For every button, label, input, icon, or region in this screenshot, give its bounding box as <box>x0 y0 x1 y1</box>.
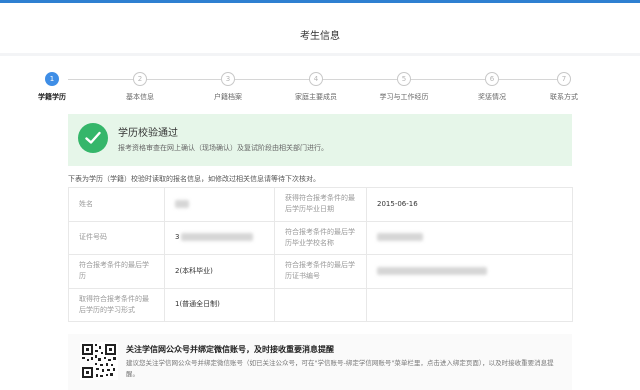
step-label: 联系方式 <box>550 93 578 101</box>
step-label: 学籍学历 <box>38 93 66 101</box>
step-1[interactable]: 1 学籍学历 <box>17 72 87 102</box>
redacted-value <box>181 233 254 242</box>
step-number: 4 <box>309 72 323 86</box>
step-number: 1 <box>45 72 59 86</box>
empty-cell <box>274 287 367 322</box>
redacted-value <box>377 266 487 275</box>
step-number: 2 <box>133 72 147 86</box>
step-2[interactable]: 2 基本信息 <box>105 72 175 102</box>
page-header: 考生信息 <box>0 3 640 53</box>
step-4[interactable]: 4 家庭主要成员 <box>281 72 351 102</box>
step-5[interactable]: 5 学习与工作经历 <box>369 72 439 102</box>
step-label: 家庭主要成员 <box>295 93 337 101</box>
check-circle-icon <box>78 123 108 153</box>
field-value-name <box>164 187 275 222</box>
field-label-highest-degree: 符合报考条件的最后学历 <box>68 254 165 289</box>
table-row: 符合报考条件的最后学历 2(本科毕业) 符合报考条件的最后学历证书编号 <box>68 254 573 289</box>
table-tip-text: 下表为学历（学籍）校验时读取的报名信息，如修改过相关信息请等待下次核对。 <box>68 175 320 183</box>
banner-description: 报考资格审查在网上确认（现场确认）及复试阶段由相关部门进行。 <box>118 144 328 152</box>
step-number: 5 <box>397 72 411 86</box>
step-7[interactable]: 7 联系方式 <box>529 72 599 102</box>
table-row: 姓名 获得符合报考条件的最后学历毕业日期 2015-06-16 <box>68 187 573 222</box>
table-row: 取得符合报考条件的最后学历的学习形式 1(普通全日制) <box>68 287 573 322</box>
notice-title: 关注学信网公众号并绑定微信账号，及时接收重要消息提醒 <box>126 345 334 354</box>
wechat-notice: 关注学信网公众号并绑定微信账号，及时接收重要消息提醒 建议您关注学信网公众号并绑… <box>68 334 572 390</box>
content-card: 1 学籍学历 2 基本信息 3 户籍档案 4 家庭主要成员 5 学习与工作经历 … <box>0 56 640 390</box>
notice-description: 建议您关注学信网公众号并绑定微信账号（如已关注公众号，可在"学信账号-绑定学信网… <box>126 359 554 378</box>
field-label-graduation-school: 符合报考条件的最后学历毕业学校名称 <box>274 220 367 255</box>
field-label-graduation-date: 获得符合报考条件的最后学历毕业日期 <box>274 187 367 222</box>
empty-cell <box>366 287 573 322</box>
table-row: 证件号码 3 符合报考条件的最后学历毕业学校名称 <box>68 220 573 255</box>
field-value-highest-degree: 2(本科毕业) <box>164 254 275 289</box>
field-label-name: 姓名 <box>68 187 165 222</box>
step-progress: 1 学籍学历 2 基本信息 3 户籍档案 4 家庭主要成员 5 学习与工作经历 … <box>38 72 580 112</box>
redacted-value <box>377 233 423 242</box>
field-label-certificate-number: 符合报考条件的最后学历证书编号 <box>274 254 367 289</box>
redacted-value <box>175 199 189 208</box>
step-label: 奖惩情况 <box>478 93 506 101</box>
step-6[interactable]: 6 奖惩情况 <box>457 72 527 102</box>
field-value-certificate-number <box>366 254 573 289</box>
step-label: 学习与工作经历 <box>379 93 429 101</box>
field-label-study-form: 取得符合报考条件的最后学历的学习形式 <box>68 287 165 322</box>
field-value-graduation-school <box>366 220 573 255</box>
field-value-id-number: 3 <box>164 220 275 255</box>
banner-title: 学历校验通过 <box>118 128 178 139</box>
step-number: 3 <box>221 72 235 86</box>
step-number: 6 <box>485 72 499 86</box>
field-value-study-form: 1(普通全日制) <box>164 287 275 322</box>
info-table: 姓名 获得符合报考条件的最后学历毕业日期 2015-06-16 证件号码 3 符… <box>68 187 573 322</box>
step-number: 7 <box>557 72 571 86</box>
field-label-id-number: 证件号码 <box>68 220 165 255</box>
page-title: 考生信息 <box>300 31 340 42</box>
verification-banner: 学历校验通过 报考资格审查在网上确认（现场确认）及复试阶段由相关部门进行。 <box>68 114 572 166</box>
step-label: 基本信息 <box>126 93 154 101</box>
field-value-graduation-date: 2015-06-16 <box>366 187 573 222</box>
qr-code-icon[interactable] <box>80 342 118 380</box>
step-label: 户籍档案 <box>214 93 242 101</box>
step-3[interactable]: 3 户籍档案 <box>193 72 263 102</box>
